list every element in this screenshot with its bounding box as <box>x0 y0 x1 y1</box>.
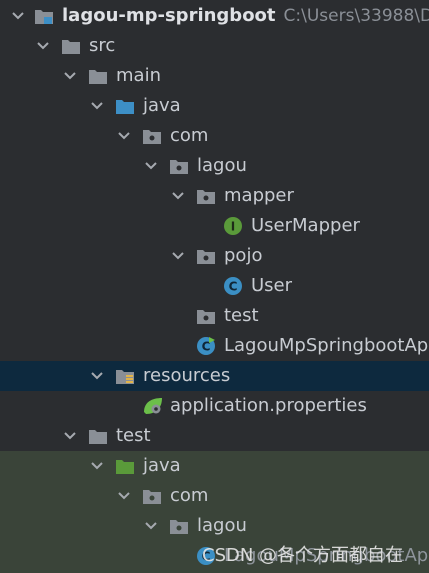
chevron-down-icon[interactable] <box>170 181 186 211</box>
test-source-folder-icon <box>115 456 135 476</box>
tree-row-test-java[interactable]: java <box>0 451 429 481</box>
chevron-down-icon[interactable] <box>116 121 132 151</box>
class-icon-letter: C <box>229 280 238 294</box>
package-icon <box>169 156 189 176</box>
tree-label: UserMapper <box>251 215 360 236</box>
spring-boot-class-icon: C <box>196 336 216 356</box>
project-name-label: lagou-mp-springboot C:\Users\33988\De <box>62 4 429 28</box>
tree-row-resources[interactable]: resources <box>0 361 429 391</box>
source-folder-icon <box>115 96 135 116</box>
interface-icon: I <box>223 216 243 236</box>
tree-row-app-properties[interactable]: application.properties <box>0 391 429 421</box>
tree-label: application.properties <box>170 395 367 416</box>
tree-row-app-class[interactable]: C LagouMpSpringbootAp <box>0 331 429 361</box>
resources-folder-icon <box>115 366 135 386</box>
tree-label: java <box>143 95 181 116</box>
package-icon <box>142 126 162 146</box>
tree-row-lagou[interactable]: lagou <box>0 151 429 181</box>
chevron-down-icon[interactable] <box>143 151 159 181</box>
chevron-down-icon[interactable] <box>10 1 26 31</box>
chevron-down-icon[interactable] <box>116 481 132 511</box>
tree-label: User <box>251 275 293 296</box>
tree-row-test-lagou[interactable]: lagou <box>0 511 429 541</box>
tree-label: mapper <box>224 185 294 206</box>
chevron-down-icon[interactable] <box>89 361 105 391</box>
project-path-label: C:\Users\33988\De <box>283 6 429 26</box>
tree-label: LagouMpSpringbootAp <box>224 335 429 356</box>
tree-row-main[interactable]: main <box>0 61 429 91</box>
folder-icon <box>88 426 108 446</box>
class-icon: C <box>223 276 243 296</box>
tree-row-java[interactable]: java <box>0 91 429 121</box>
csdn-watermark: CSDN @各个方面都自在 <box>202 545 404 566</box>
folder-icon <box>88 66 108 86</box>
tree-row-test-com[interactable]: com <box>0 481 429 511</box>
tree-row-test-root[interactable]: test <box>0 421 429 451</box>
tree-label: pojo <box>224 245 263 266</box>
module-folder-icon <box>34 6 54 26</box>
tree-label: test <box>224 305 259 326</box>
chevron-down-icon[interactable] <box>143 511 159 541</box>
tree-label: java <box>143 455 181 476</box>
project-tree: lagou-mp-springboot C:\Users\33988\De src… <box>0 0 429 573</box>
interface-icon-letter: I <box>231 220 235 234</box>
tree-label: com <box>170 485 209 506</box>
tree-label: main <box>116 65 161 86</box>
chevron-down-icon[interactable] <box>89 91 105 121</box>
package-icon <box>196 186 216 206</box>
chevron-down-icon[interactable] <box>62 61 78 91</box>
package-icon <box>169 516 189 536</box>
tree-label: src <box>89 35 116 56</box>
tree-label: lagou <box>197 515 247 536</box>
tree-row-src[interactable]: src <box>0 31 429 61</box>
tree-row-mapper[interactable]: mapper <box>0 181 429 211</box>
tree-row-project-root[interactable]: lagou-mp-springboot C:\Users\33988\De <box>0 1 429 31</box>
chevron-down-icon[interactable] <box>89 451 105 481</box>
package-icon <box>196 246 216 266</box>
tree-row-pojo[interactable]: pojo <box>0 241 429 271</box>
tree-row-user-mapper[interactable]: I UserMapper <box>0 211 429 241</box>
tree-label: com <box>170 125 209 146</box>
tree-row-test-package[interactable]: test <box>0 301 429 331</box>
tree-label: test <box>116 425 151 446</box>
tree-row-user[interactable]: C User <box>0 271 429 301</box>
folder-icon <box>61 36 81 56</box>
chevron-down-icon[interactable] <box>62 421 78 451</box>
tree-label: resources <box>143 365 231 386</box>
chevron-down-icon[interactable] <box>170 241 186 271</box>
package-icon <box>196 306 216 326</box>
chevron-down-icon[interactable] <box>35 31 51 61</box>
tree-row-com[interactable]: com <box>0 121 429 151</box>
spring-properties-icon <box>142 396 162 416</box>
tree-label: lagou <box>197 155 247 176</box>
package-icon <box>142 486 162 506</box>
